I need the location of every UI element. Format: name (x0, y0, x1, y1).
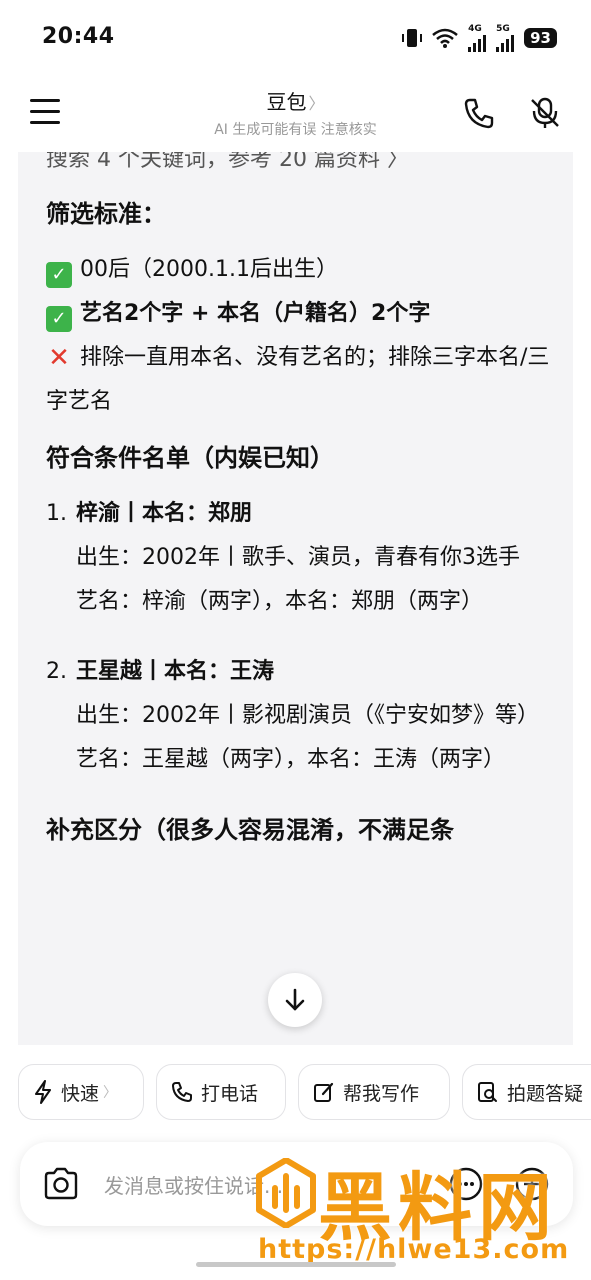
criteria-item: ✓ 00后（2000.1.1后出生） (46, 248, 556, 292)
check-mark-icon: ✓ (46, 306, 72, 332)
entry-head: 梓渝丨本名：郑朋 (76, 501, 253, 526)
criteria-text: 排除一直用本名、没有艺名的；排除三字本名/三字艺名 (46, 345, 550, 414)
message-text: 搜索 4 个关键词，参考 20 篇资料 〉 筛选标准： ✓ 00后（2000.1.… (46, 152, 556, 852)
battery-indicator: 93 (524, 28, 557, 48)
list-number: 1. (46, 501, 67, 526)
phone-call-icon[interactable] (462, 96, 496, 130)
section-title-criteria: 筛选标准： (46, 200, 166, 228)
chip-label: 帮我写作 (343, 1082, 420, 1105)
chip-writing[interactable]: 帮我写作 (298, 1064, 450, 1120)
list-item: 1. 梓渝丨本名：郑朋 出生：2002年丨歌手、演员，青春有你3选手 艺名：梓渝… (46, 492, 556, 624)
signal-4g: 4G (468, 23, 487, 52)
home-indicator[interactable] (196, 1262, 396, 1267)
chevron-right-icon: 〉 (308, 94, 325, 113)
chip-label: 打电话 (201, 1082, 259, 1105)
message-bubble: 搜索 4 个关键词，参考 20 篇资料 〉 筛选标准： ✓ 00后（2000.1.… (18, 152, 573, 1045)
signal-bars-icon (496, 34, 515, 52)
status-bar: 20:44 4G 5G 93 (0, 0, 591, 76)
menu-icon[interactable] (30, 99, 62, 124)
watermark-logo-icon (256, 1158, 316, 1228)
edit-icon (314, 1082, 334, 1102)
lightning-icon (35, 1080, 51, 1104)
check-mark-icon: ✓ (46, 262, 72, 288)
ai-disclaimer: AI 生成可能有误 注意核实 (214, 122, 377, 138)
entry-line: 出生：2002年丨歌手、演员，青春有你3选手 (76, 545, 520, 570)
criteria-text: 艺名2个字 + 本名（户籍名）2个字 (80, 301, 431, 326)
chevron-right-icon: 〉 (103, 1085, 118, 1101)
arrow-down-icon (285, 988, 305, 1011)
signal-bars-icon (468, 34, 487, 52)
network-label-4g: 4G (468, 23, 482, 34)
section-title-supplement: 补充区分（很多人容易混淆，不满足条 (46, 816, 454, 844)
search-summary-line[interactable]: 搜索 4 个关键词，参考 20 篇资料 〉 (46, 152, 556, 182)
list-item: 2. 王星越丨本名：王涛 出生：2002年丨影视剧演员（《宁安如梦》等） 艺名：… (46, 650, 556, 782)
chip-label: 快速 (61, 1082, 100, 1105)
network-label-5g: 5G (496, 23, 510, 34)
status-time: 20:44 (42, 24, 115, 49)
bot-name: 豆包 (266, 90, 307, 114)
vibrate-icon (402, 29, 423, 47)
section-title-list: 符合条件名单（内娱已知） (46, 444, 334, 472)
list-number: 2. (46, 659, 67, 684)
watermark-url: https://hlwe13.com (258, 1234, 570, 1265)
cross-mark-icon: ✕ (48, 343, 70, 373)
entry-line: 出生：2002年丨影视剧演员（《宁安如梦》等） (76, 703, 539, 728)
chip-photo-question[interactable]: 拍题答疑 (462, 1064, 591, 1120)
chip-call[interactable]: 打电话 (156, 1064, 286, 1120)
phone-icon (172, 1082, 192, 1102)
wifi-icon (432, 28, 458, 48)
criteria-item: ✓ 艺名2个字 + 本名（户籍名）2个字 (46, 292, 556, 336)
criteria-text: 00后（2000.1.1后出生） (80, 257, 338, 282)
entry-line: 艺名：梓渝（两字），本名：郑朋（两字） (76, 589, 484, 614)
criteria-item: ✕ 排除一直用本名、没有艺名的；排除三字本名/三字艺名 (46, 336, 556, 424)
entry-head: 王星越丨本名：王涛 (76, 659, 275, 684)
camera-icon[interactable] (42, 1166, 80, 1202)
status-icons: 4G 5G 93 (402, 24, 557, 52)
bot-title-area[interactable]: 豆包〉 AI 生成可能有误 注意核实 (150, 86, 441, 139)
quick-action-bar: 快速〉 打电话 帮我写作 拍题答疑 (18, 1064, 591, 1124)
scroll-to-bottom-button[interactable] (268, 973, 322, 1027)
search-doc-icon (478, 1082, 497, 1102)
mute-mic-icon[interactable] (528, 96, 562, 130)
signal-5g: 5G (496, 23, 515, 52)
chat-header: 豆包〉 AI 生成可能有误 注意核实 (0, 76, 591, 152)
entry-line: 艺名：王星越（两字），本名：王涛（两字） (76, 747, 506, 772)
chip-label: 拍题答疑 (507, 1082, 584, 1105)
chip-fast-mode[interactable]: 快速〉 (18, 1064, 144, 1120)
